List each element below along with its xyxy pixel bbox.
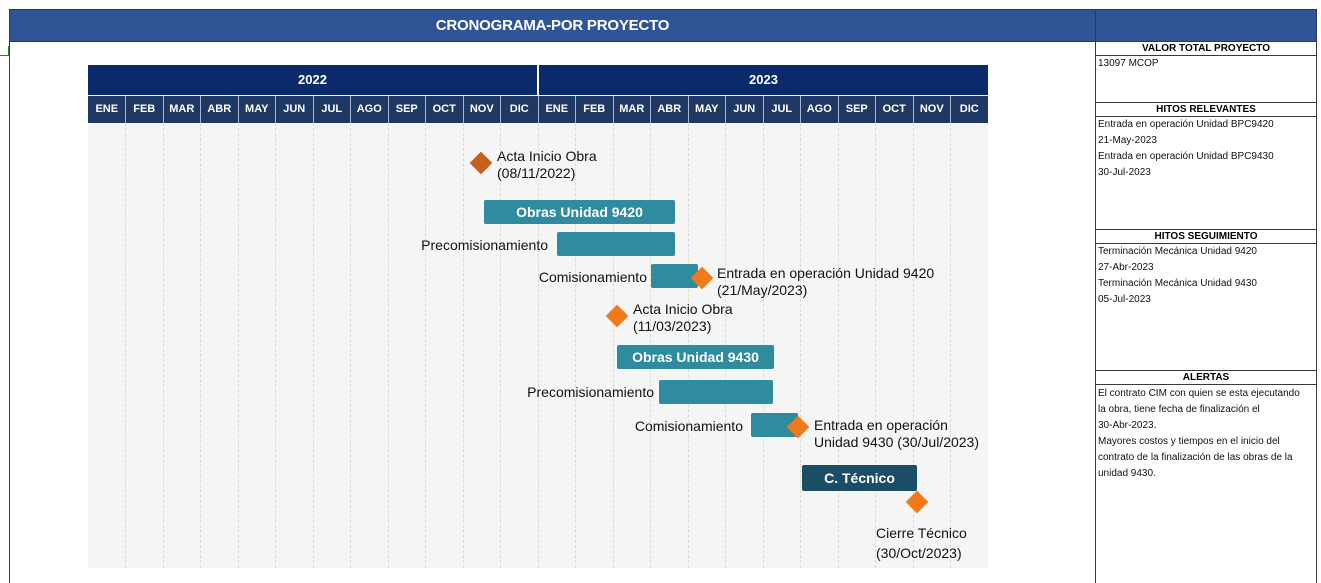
grid-line [500,123,501,568]
month-label: FEB [583,103,606,115]
label-line: Cierre Técnico [876,525,967,541]
title-bar-right-cell [1096,9,1317,42]
bar-precom-9430 [659,380,773,404]
grid-line [575,123,576,568]
bar-obras-unidad-9430: Obras Unidad 9430 [617,345,774,369]
label-comis-9430: Comisionamiento [634,418,743,434]
grid-line [163,123,164,568]
bar-obras-unidad-9420: Obras Unidad 9420 [484,200,675,224]
month-label: ABR [207,103,232,115]
grid-line [350,123,351,568]
label-line: (11/03/2023) [633,318,712,334]
bar-precom-9420 [557,232,675,256]
grid-line [800,123,801,568]
month-separator [238,96,239,123]
month-label: FEB [133,103,156,115]
month-separator [163,96,164,123]
label-line: Entrada en operación [814,417,948,433]
month-label: MAR [169,103,195,115]
month-separator [575,96,576,123]
year-header-row: 2022 2023 [88,65,988,95]
month-label: OCT [882,103,906,115]
month-label: JUN [283,103,306,115]
month-separator [875,96,876,123]
month-label: DIC [509,103,529,115]
page-title: CRONOGRAMA-POR PROYECTO [10,9,1095,42]
month-separator [463,96,464,123]
month-label: ENE [95,103,119,115]
month-separator [763,96,764,123]
grid-line [388,123,389,568]
month-label: JUL [771,103,793,115]
sheet-left-border [9,9,10,583]
label-line: (30/Oct/2023) [876,545,962,561]
bar-cierre-tecnico: C. Técnico [802,465,917,491]
year-label: 2023 [749,72,778,87]
month-separator [500,96,501,123]
label-precom-9420: Precomisionamiento [421,237,548,253]
month-separator [838,96,839,123]
month-label: AGO [356,103,382,115]
month-separator [650,96,651,123]
selected-cell-marker[interactable] [0,46,9,56]
label-comis-9420: Comisionamiento [538,269,647,285]
month-separator [313,96,314,123]
month-label: ABR [657,103,682,115]
label-line: Unidad 9430 (30/Jul/2023) [814,434,980,450]
month-label: AGO [806,103,832,115]
month-separator [425,96,426,123]
month-label: JUN [733,103,756,115]
month-separator [800,96,801,123]
month-label: MAR [619,103,645,115]
month-label: SEP [845,103,868,115]
grid-line [838,123,839,568]
gantt-chart: 2022 2023 ENE FEB MAR ABR MAY JUN JUL AG… [88,65,988,568]
month-separator [913,96,914,123]
grid-line [238,123,239,568]
month-label: OCT [432,103,456,115]
grid-line [950,123,951,568]
right-panel-frame [1096,41,1317,583]
label-precom-9430: Precomisionamiento [527,384,654,400]
month-label: ENE [545,103,569,115]
month-separator [125,96,126,123]
grid-line [538,123,539,568]
month-label: MAY [245,103,269,115]
month-separator [200,96,201,123]
month-separator [350,96,351,123]
month-separator [688,96,689,123]
grid-line [125,123,126,568]
month-label: MAY [695,103,719,115]
label-line: Acta Inicio Obra [633,301,733,317]
milestone-label-entrada-2: Entrada en operación Unidad 9430 (30/Jul… [814,417,979,451]
month-label: JUL [321,103,343,115]
milestone-label-entrada-1: Entrada en operación Unidad 9420 (21/May… [717,265,934,299]
grid-line [463,123,464,568]
month-separator [538,96,539,123]
grid-line [875,123,876,568]
month-label: NOV [469,103,494,115]
label-line: (21/May/2023) [717,282,808,298]
label-line: (08/11/2022) [497,165,576,181]
year-label: 2022 [298,72,327,87]
month-separator [275,96,276,123]
grid-line [613,123,614,568]
month-separator [950,96,951,123]
milestone-label-acta-2: Acta Inicio Obra (11/03/2023) [633,301,733,335]
month-separator [613,96,614,123]
milestone-label-cierre: Cierre Técnico (30/Oct/2023) [876,523,967,563]
month-separator [725,96,726,123]
month-label: NOV [919,103,944,115]
label-line: Entrada en operación Unidad 9420 [717,265,935,281]
grid-line [425,123,426,568]
grid-line [200,123,201,568]
grid-line [275,123,276,568]
milestone-label-acta-1: Acta Inicio Obra (08/11/2022) [497,148,597,182]
label-line: Acta Inicio Obra [497,148,597,164]
month-separator [388,96,389,123]
grid-line [313,123,314,568]
month-label: SEP [395,103,418,115]
month-label: DIC [959,103,979,115]
